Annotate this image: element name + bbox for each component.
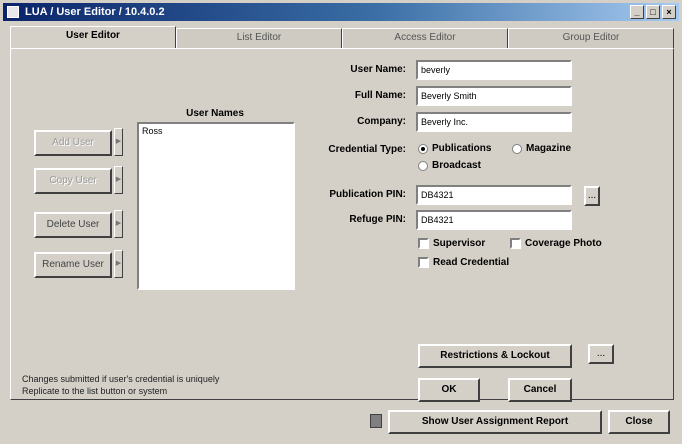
note-line-1: Changes submitted if user's credential i… [22,374,220,384]
user-names-header: User Names [186,108,244,119]
radio-magazine-label: Magazine [526,143,572,154]
full-name-field[interactable]: Beverly Smith [416,86,572,106]
radio-magazine[interactable]: Magazine [512,143,571,154]
app-icon [7,6,19,18]
arrow-right-icon[interactable]: ▶ [114,128,123,156]
arrow-right-icon[interactable]: ▶ [114,166,123,194]
radio-broadcast[interactable]: Broadcast [418,160,481,171]
close-icon[interactable]: × [662,5,676,19]
user-names-list[interactable]: Ross [137,122,295,290]
tab-access-editor[interactable]: Access Editor [342,28,508,48]
maximize-icon[interactable]: □ [646,5,660,19]
company-label: Company: [357,116,406,127]
minimize-icon[interactable]: _ [630,5,644,19]
title-bar[interactable]: LUA / User Editor / 10.4.0.2 _ □ × [3,3,679,21]
checkbox-icon [418,257,429,268]
full-name-label: Full Name: [354,90,406,101]
add-user-button[interactable]: Add User [34,130,112,156]
user-name-field[interactable]: beverly [416,60,572,80]
tab-list-editor[interactable]: List Editor [176,28,342,48]
delete-user-button[interactable]: Delete User [34,212,112,238]
list-item[interactable]: Ross [142,126,290,136]
radio-icon [512,143,522,154]
radio-broadcast-label: Broadcast [432,160,481,171]
restrictions-lockout-button[interactable]: Restrictions & Lockout [418,344,572,368]
credential-type-label: Credential Type: [328,144,406,155]
arrow-right-icon[interactable]: ▶ [114,250,123,278]
supervisor-checkbox[interactable]: Supervisor [418,238,485,249]
read-credential-label: Read Credential [433,257,510,268]
publication-pin-field[interactable]: DB4321 [416,185,572,205]
window-controls: _ □ × [630,5,676,19]
read-credential-checkbox[interactable]: Read Credential [418,257,509,268]
radio-publications-label: Publications [432,143,492,154]
radio-publications[interactable]: Publications [418,143,491,154]
app-window: LUA / User Editor / 10.4.0.2 _ □ × User … [0,0,682,444]
note-line-2: Replicate to the list button or system [22,386,168,396]
refuge-pin-field[interactable]: DB4321 [416,210,572,230]
close-button[interactable]: Close [608,410,670,434]
pin-picker-button[interactable]: ... [584,186,600,206]
copy-user-button[interactable]: Copy User [34,168,112,194]
supervisor-label: Supervisor [433,238,486,249]
refuge-pin-label: Refuge PIN: [349,214,406,225]
radio-selected-icon [418,143,428,154]
ok-button[interactable]: OK [418,378,480,402]
coverage-photo-checkbox[interactable]: Coverage Photo [510,238,602,249]
user-name-label: User Name: [350,64,406,75]
restrictions-more-button[interactable]: ... [588,344,614,364]
checkbox-icon [418,238,429,249]
user-assignment-report-button[interactable]: Show User Assignment Report [388,410,602,434]
checkbox-icon [510,238,521,249]
tab-strip: User Editor List Editor Access Editor Gr… [10,26,674,48]
publication-pin-label: Publication PIN: [329,189,406,200]
radio-icon [418,160,428,171]
cancel-button[interactable]: Cancel [508,378,572,402]
report-icon [370,414,382,428]
window-title: LUA / User Editor / 10.4.0.2 [25,6,165,18]
company-field[interactable]: Beverly Inc. [416,112,572,132]
rename-user-button[interactable]: Rename User [34,252,112,278]
arrow-right-icon[interactable]: ▶ [114,210,123,238]
tab-group-editor[interactable]: Group Editor [508,28,674,48]
coverage-photo-label: Coverage Photo [525,238,602,249]
tab-user-editor[interactable]: User Editor [10,26,176,48]
